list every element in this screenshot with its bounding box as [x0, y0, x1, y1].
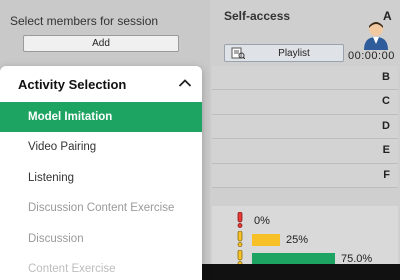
- progress-panel: 0% 25% 75.0%: [212, 206, 398, 266]
- activity-item-content-exercise[interactable]: Content Exercise: [0, 254, 202, 280]
- group-row-b[interactable]: B: [212, 66, 398, 91]
- dropdown-title: Activity Selection: [18, 76, 127, 92]
- alert-yellow-icon: [237, 231, 243, 247]
- group-row-c[interactable]: C: [212, 90, 398, 115]
- self-access-panel: Self-access A 00:00:00 Playlist B C D E …: [210, 0, 400, 266]
- progress-bar-yellow: [252, 234, 280, 246]
- group-rows: B C D E F: [212, 66, 398, 188]
- playlist-icon: [231, 47, 245, 59]
- session-timer: 00:00:00: [348, 50, 395, 62]
- group-row-d[interactable]: D: [212, 114, 398, 140]
- group-letter: B: [382, 71, 390, 83]
- activity-item-model-imitation[interactable]: Model Imitation: [0, 102, 202, 132]
- group-row-e[interactable]: E: [212, 139, 398, 164]
- group-letter: D: [382, 119, 390, 132]
- progress-row-0: 0%: [248, 214, 270, 228]
- progress-label: 0%: [254, 215, 270, 227]
- self-access-title: Self-access: [224, 9, 291, 23]
- progress-label: 25%: [286, 234, 309, 246]
- group-letter: F: [383, 168, 390, 181]
- chevron-up-icon[interactable]: [178, 78, 192, 88]
- members-title: Select members for session: [10, 14, 159, 28]
- group-letter: E: [382, 144, 390, 157]
- playlist-label: Playlist: [278, 47, 310, 59]
- progress-row-1: 25%: [252, 233, 308, 247]
- dropdown-header[interactable]: Activity Selection: [0, 66, 202, 102]
- activity-item-discussion-content-exercise[interactable]: Discussion Content Exercise: [0, 193, 202, 224]
- activity-item-listening[interactable]: Listening: [0, 163, 202, 194]
- add-member-button[interactable]: Add: [23, 35, 179, 52]
- activity-item-discussion[interactable]: Discussion: [0, 224, 202, 255]
- activity-item-video-pairing[interactable]: Video Pairing: [0, 132, 202, 163]
- activity-selection-dropdown: Activity Selection Model Imitation Video…: [0, 66, 202, 280]
- alert-red-icon: [237, 212, 243, 228]
- group-row-f[interactable]: F: [212, 163, 398, 188]
- user-avatar-icon: [364, 22, 388, 50]
- playlist-button[interactable]: Playlist: [224, 44, 344, 62]
- group-letter: C: [382, 95, 390, 108]
